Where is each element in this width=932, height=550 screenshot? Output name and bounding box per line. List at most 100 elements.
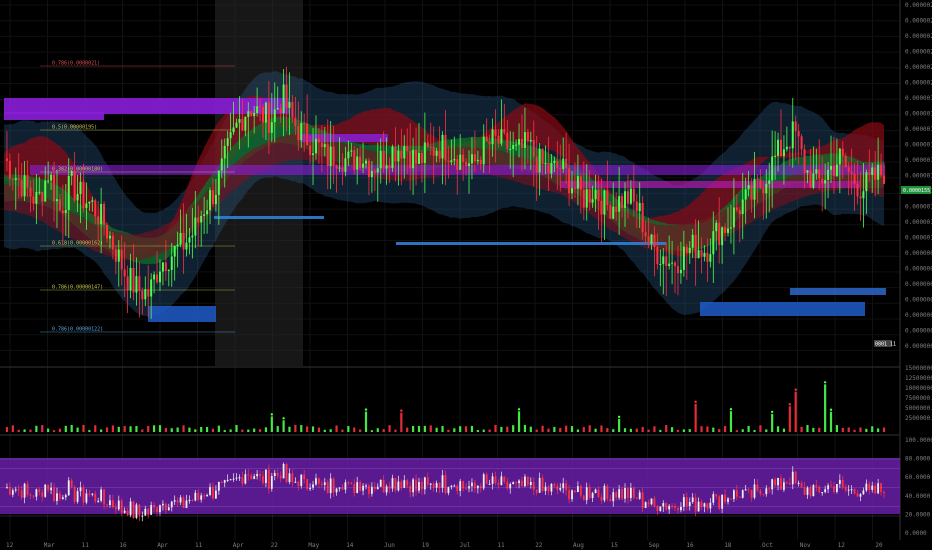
volume-bar	[482, 429, 485, 432]
volume-bar	[417, 426, 421, 432]
rsi-body	[553, 484, 556, 486]
rsi-body	[59, 493, 61, 500]
trading-chart[interactable]: 0.786(0.0000021) 0.5(0.00000195) 0.382(0.0…	[0, 0, 932, 550]
rsi-body	[267, 469, 270, 489]
candle-body	[479, 159, 482, 165]
volume-bar	[347, 426, 350, 432]
rsi-body	[744, 489, 747, 491]
volume-bar	[76, 427, 79, 432]
rsi-body	[162, 503, 164, 506]
volume-bar	[288, 426, 291, 432]
rsi-body	[441, 475, 444, 488]
rsi-body	[688, 501, 691, 507]
volume-bar	[688, 429, 691, 432]
candle-body	[856, 183, 859, 197]
candle-body	[285, 84, 288, 108]
candle-body	[676, 266, 679, 274]
rsi-body	[217, 481, 220, 491]
candle-body	[485, 136, 488, 142]
candle-body	[429, 146, 432, 148]
candle-body	[594, 189, 597, 200]
candle-body	[197, 217, 200, 223]
candle-body	[5, 158, 8, 161]
volume-bar	[429, 425, 432, 432]
rsi-body	[485, 474, 488, 484]
volume-bar	[853, 429, 856, 432]
candle-body	[641, 202, 644, 233]
volume-bar	[523, 424, 527, 432]
candle-body	[273, 109, 276, 123]
candle-body	[238, 119, 241, 123]
candle-body	[832, 165, 835, 177]
volume-bar	[164, 428, 167, 432]
candle-body	[235, 122, 238, 128]
rsi-body	[359, 482, 362, 491]
rsi-body	[259, 473, 261, 477]
rsi-body	[17, 489, 20, 491]
rsi-body	[144, 508, 147, 516]
volume-bar	[788, 406, 791, 432]
rsi-body	[406, 480, 409, 486]
volume-bar	[5, 427, 9, 432]
rsi-body	[438, 483, 441, 488]
candle-body	[523, 132, 526, 148]
flag-label: 0801 11	[875, 342, 896, 348]
candle-body	[794, 121, 797, 132]
volume-bar	[565, 425, 568, 432]
volume-bar	[659, 429, 662, 432]
candle-body	[261, 106, 264, 123]
candle-body	[779, 139, 782, 157]
candle-body	[809, 170, 812, 188]
volume-bar	[258, 429, 262, 432]
price-tick: 0.00000170	[905, 126, 932, 133]
candle-body	[403, 145, 406, 159]
volume-bar	[794, 391, 797, 432]
candle-body	[718, 222, 721, 246]
rsi-body	[23, 483, 26, 498]
rsi-body	[70, 480, 73, 488]
time-tick: 16	[119, 542, 127, 549]
rsi-body	[597, 489, 600, 498]
volume-bar	[70, 425, 73, 432]
rsi-body	[426, 477, 429, 485]
rsi-body	[532, 481, 535, 490]
rsi-body	[397, 481, 400, 491]
rsi-body	[515, 482, 518, 484]
candle-body	[14, 178, 17, 180]
candle-body	[668, 263, 671, 266]
rsi-body	[247, 474, 250, 476]
volume-bar	[223, 430, 226, 432]
time-tick: Apr	[233, 542, 244, 549]
rsi-body	[818, 486, 821, 493]
rsi-body	[176, 500, 179, 503]
volume-bar	[135, 426, 138, 432]
rsi-body	[94, 493, 97, 502]
candle-body	[785, 146, 788, 150]
candle-body	[871, 167, 874, 176]
rsi-body	[650, 498, 653, 505]
price-tick: 0.00000140	[905, 173, 932, 180]
volume-bar	[205, 427, 209, 432]
candle-body	[385, 165, 388, 169]
candle-body	[103, 203, 106, 226]
candle-body	[153, 274, 156, 280]
volume-bar	[600, 425, 603, 432]
candle-body	[759, 179, 762, 189]
candle-body	[771, 156, 774, 181]
rsi-band-background	[0, 458, 900, 514]
volume-bar	[706, 426, 709, 432]
rsi-body	[629, 487, 632, 498]
rsi-body	[429, 483, 432, 485]
rsi-body	[821, 492, 824, 494]
volume-bar	[647, 429, 650, 432]
candle-body	[685, 246, 688, 254]
rsi-body	[841, 479, 844, 488]
candle-body	[447, 160, 450, 163]
volume-tick: 15000000.0000	[905, 365, 932, 372]
volume-tick: 2500000.0000	[905, 415, 932, 422]
rsi-body	[577, 486, 579, 492]
rsi-body	[783, 482, 785, 490]
rsi-body	[453, 485, 456, 487]
time-tick: 11	[195, 542, 203, 549]
zone-box	[790, 288, 886, 295]
